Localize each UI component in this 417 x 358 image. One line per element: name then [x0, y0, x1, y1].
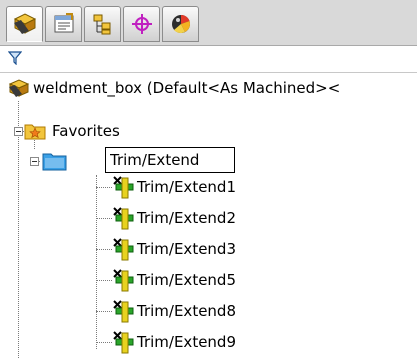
- tree-item-trim-extend[interactable]: Trim/Extend9: [112, 327, 236, 357]
- tree-guide-line: [96, 218, 112, 219]
- tree-item-trim-extend[interactable]: Trim/Extend8: [112, 296, 236, 326]
- tab-display-manager[interactable]: [162, 6, 199, 42]
- tree-guide-line: [96, 342, 112, 343]
- tab-property-manager[interactable]: [45, 6, 82, 42]
- trim-extend-icon: [112, 175, 134, 199]
- manager-tab-strip: [0, 0, 417, 46]
- part-icon: [8, 77, 30, 99]
- tab-configuration-manager[interactable]: [84, 6, 121, 42]
- trim-extend-icon: [112, 299, 134, 323]
- tree-guide-line: [96, 187, 112, 188]
- trim-extend-icon: [112, 268, 134, 292]
- tab-feature-manager[interactable]: [6, 6, 43, 42]
- tree-item-favorites[interactable]: Favorites: [24, 116, 120, 146]
- tree-item-trim-extend[interactable]: Trim/Extend1: [112, 172, 236, 202]
- blue-folder-icon: [42, 150, 68, 172]
- tree-item-trim-extend[interactable]: Trim/Extend2: [112, 203, 236, 233]
- tree-filter-bar[interactable]: [0, 46, 417, 73]
- favorites-collapse-toggle[interactable]: [14, 127, 23, 136]
- tree-item-label: Trim/Extend3: [137, 240, 236, 258]
- tree-guide-line: [96, 249, 112, 250]
- folder-collapse-toggle[interactable]: [30, 157, 39, 166]
- tree-item-trim-extend[interactable]: Trim/Extend3: [112, 234, 236, 264]
- tree-guide-line: [96, 280, 112, 281]
- dimxpert-manager-icon: [130, 12, 154, 36]
- tree-item-label: Trim/Extend1: [137, 178, 236, 196]
- trim-extend-icon: [112, 237, 134, 261]
- feature-manager-icon: [12, 11, 38, 37]
- tab-dimxpert-manager[interactable]: [123, 6, 160, 42]
- feature-tree: weldment_box (Default<As Machined>< Favo…: [0, 73, 417, 358]
- favorites-folder-icon: [24, 121, 46, 141]
- tree-root-label: weldment_box (Default<As Machined><: [33, 79, 341, 97]
- trim-extend-icon: [112, 330, 134, 354]
- trim-extend-icon: [112, 206, 134, 230]
- filter-icon[interactable]: [7, 51, 23, 69]
- tree-root-item[interactable]: weldment_box (Default<As Machined><: [8, 73, 340, 103]
- tree-item-label: Trim/Extend2: [137, 209, 236, 227]
- configuration-manager-icon: [91, 12, 115, 36]
- tree-item-label: Trim/Extend8: [137, 302, 236, 320]
- folder-rename-input[interactable]: [105, 147, 235, 173]
- tree-item-label: Trim/Extend5: [137, 271, 236, 289]
- property-manager-icon: [52, 12, 76, 36]
- display-manager-icon: [169, 12, 193, 36]
- tree-item-trim-extend[interactable]: Trim/Extend5: [112, 265, 236, 295]
- tree-item-label: Favorites: [52, 122, 120, 140]
- tree-guide-line: [18, 101, 19, 358]
- tree-item-label: Trim/Extend9: [137, 333, 236, 351]
- tree-guide-line: [96, 311, 112, 312]
- tree-item-folder[interactable]: [42, 146, 68, 176]
- tree-guide-line: [96, 175, 97, 349]
